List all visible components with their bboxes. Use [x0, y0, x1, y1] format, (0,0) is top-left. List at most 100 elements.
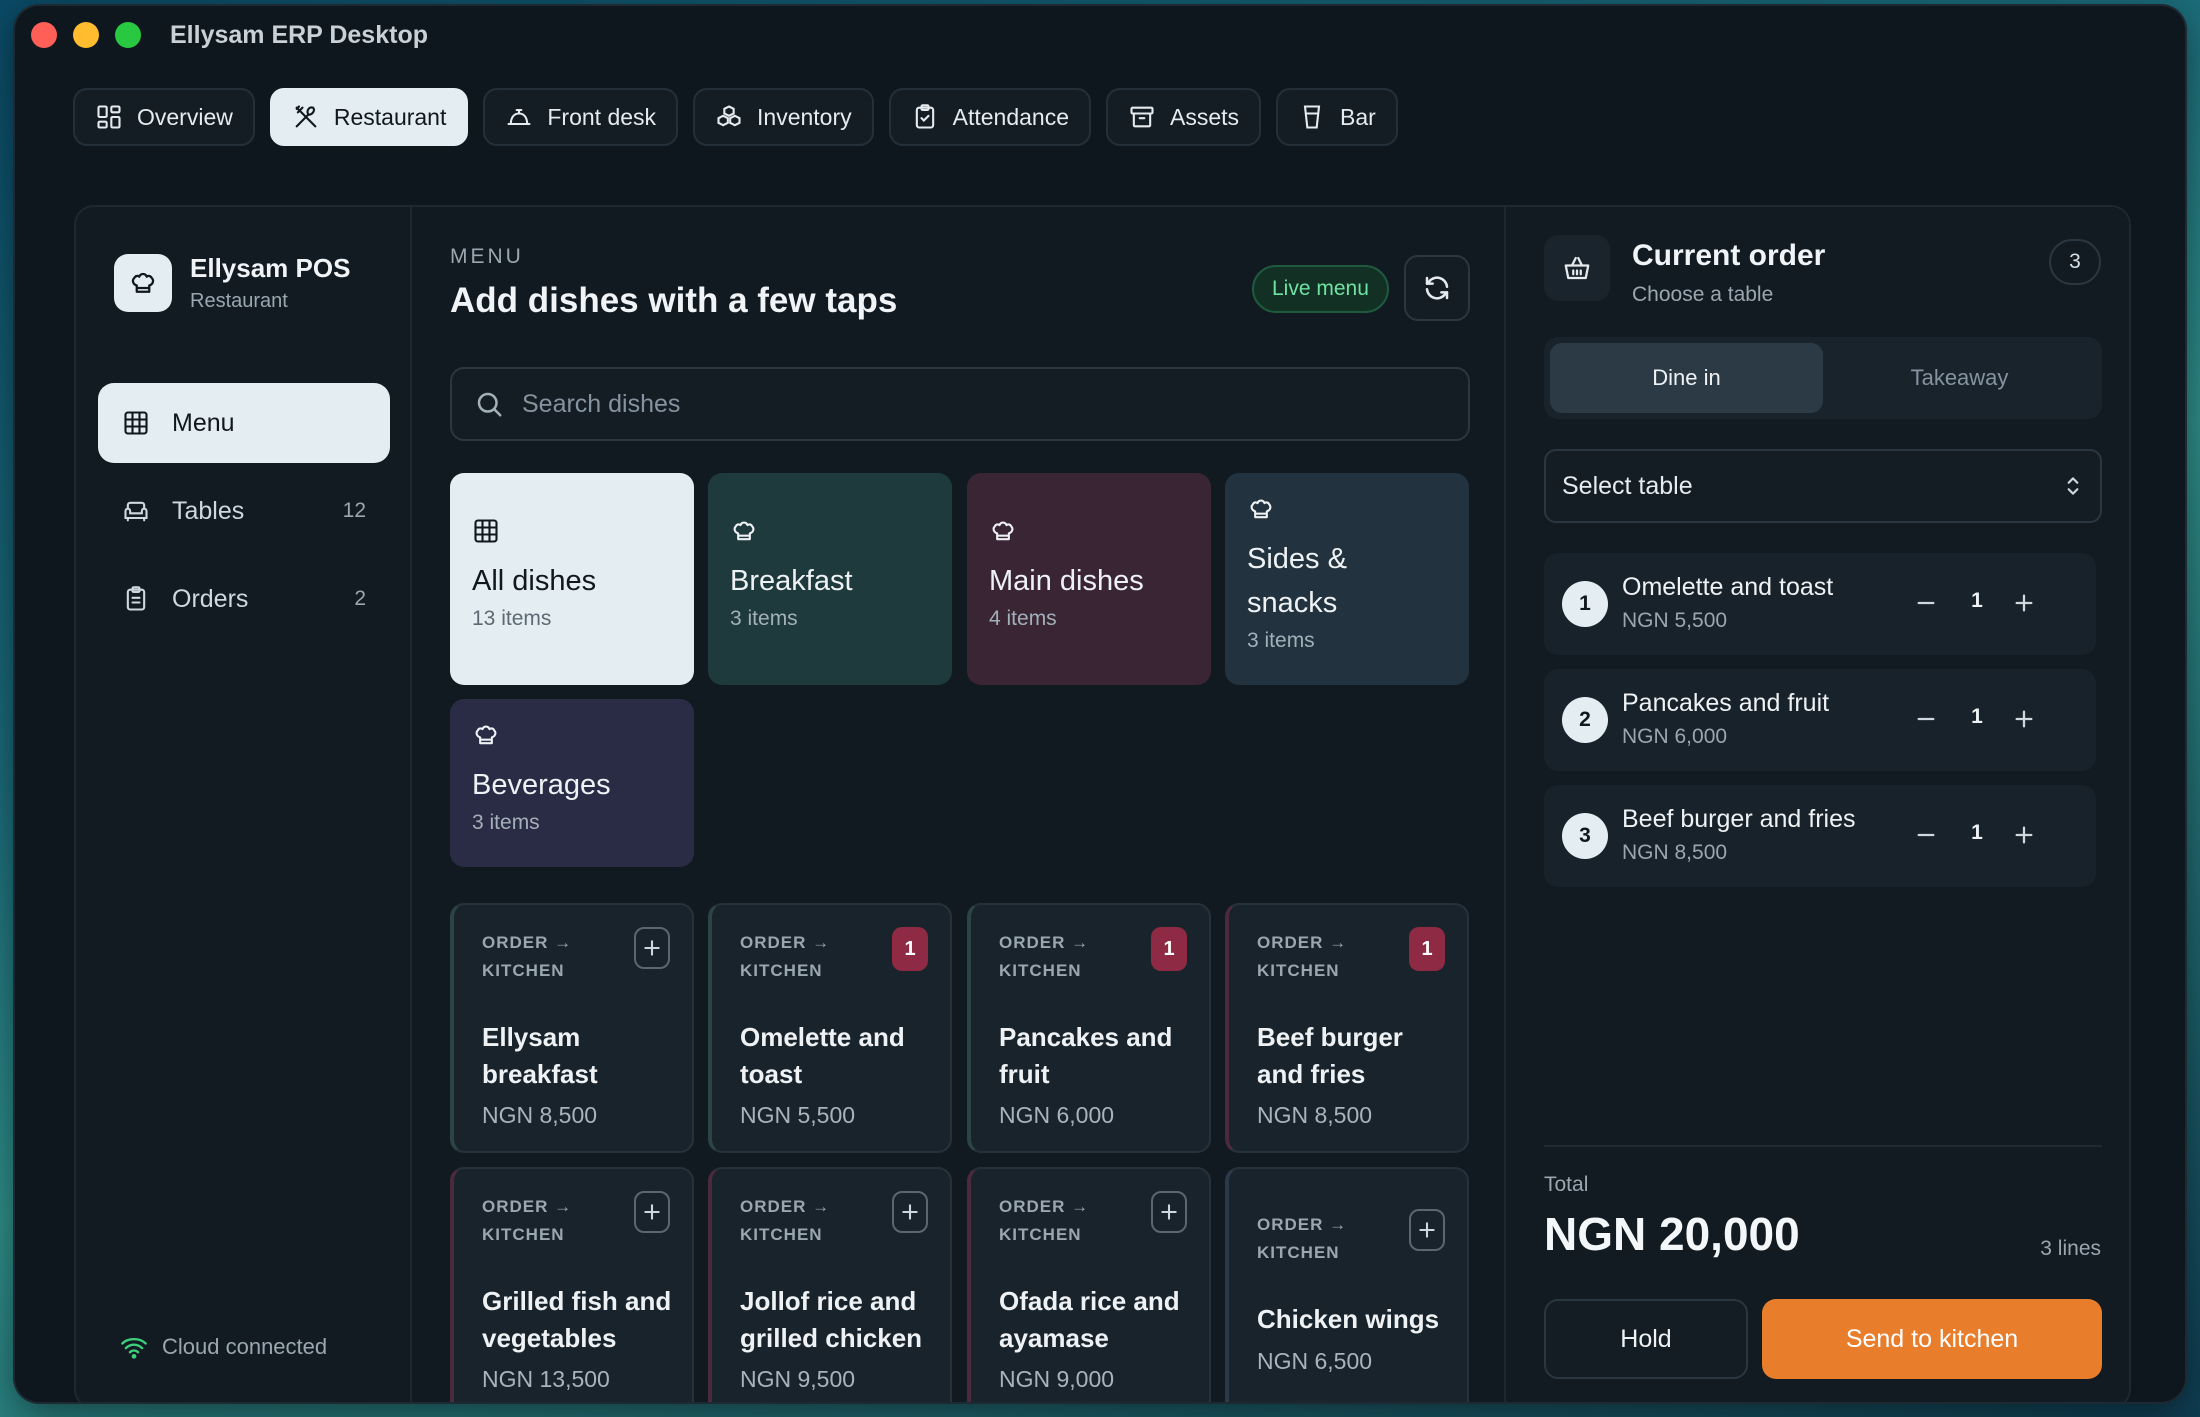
category-breakfast[interactable]: Breakfast 3 items	[708, 473, 952, 685]
plus-icon	[1161, 1204, 1177, 1220]
order-line-price: NGN 6,000	[1622, 725, 1728, 748]
decrease-quantity-button[interactable]	[1906, 815, 1946, 855]
order-line-quantity: 1	[1971, 705, 1983, 728]
order-title: Current order	[1632, 239, 1826, 272]
dish-card[interactable]: ORDER → KITCHEN 1 Pancakes and fruit NGN …	[967, 903, 1211, 1153]
add-dish-button[interactable]	[634, 927, 670, 969]
boxes-icon	[717, 105, 741, 127]
increase-quantity-button[interactable]	[2004, 583, 2044, 623]
plus-icon	[644, 940, 660, 956]
dish-tag: ORDER → KITCHEN	[999, 1197, 1090, 1244]
module-tab-label: Restaurant	[333, 103, 447, 130]
dish-card[interactable]: ORDER → KITCHEN Jollof rice and grilled c…	[708, 1167, 952, 1402]
category-name: Beverages	[472, 769, 611, 801]
category-name: Breakfast	[730, 565, 853, 597]
table-select[interactable]: Select table	[1544, 449, 2102, 523]
utensils-icon	[295, 105, 317, 128]
pos-sidebar: Ellysam POS Restaurant Menu Tables 12 Or…	[76, 207, 412, 1402]
decrease-quantity-button[interactable]	[1906, 583, 1946, 623]
category-sides-snacks[interactable]: Sides & snacks 3 items	[1225, 473, 1469, 685]
close-window-button[interactable]	[31, 22, 57, 48]
decrease-quantity-button[interactable]	[1906, 699, 1946, 739]
module-tab-attendance[interactable]: Attendance	[888, 88, 1092, 146]
category-all-dishes[interactable]: All dishes 13 items	[450, 473, 694, 685]
dish-name: Chicken wings	[1257, 1304, 1440, 1334]
sidebar-item-menu[interactable]: Menu	[98, 383, 390, 463]
dish-quantity-badge[interactable]: 1	[892, 927, 928, 971]
minus-icon	[1917, 833, 1935, 837]
dish-quantity-badge[interactable]: 1	[1151, 927, 1187, 971]
sidebar-item-label: Menu	[172, 408, 235, 437]
divider	[1544, 1145, 2102, 1147]
dish-name: Ellysam breakfast	[482, 1022, 598, 1089]
module-tab-inventory[interactable]: Inventory	[693, 88, 874, 146]
dine-in-tab[interactable]: Dine in	[1550, 343, 1823, 413]
dish-card[interactable]: ORDER → KITCHEN Grilled fish and vegetabl…	[450, 1167, 694, 1402]
dish-tag: ORDER → KITCHEN	[740, 933, 831, 980]
module-tab-overview[interactable]: Overview	[73, 88, 255, 146]
add-dish-button[interactable]	[634, 1191, 670, 1233]
dish-tag: ORDER → KITCHEN	[999, 933, 1090, 980]
refresh-button[interactable]	[1404, 255, 1470, 321]
increase-quantity-button[interactable]	[2004, 815, 2044, 855]
dish-tag: ORDER → KITCHEN	[482, 933, 573, 980]
minimize-window-button[interactable]	[73, 22, 99, 48]
module-tab-assets[interactable]: Assets	[1106, 88, 1262, 146]
minus-icon	[1917, 601, 1935, 605]
connection-status: Cloud connected	[120, 1333, 327, 1361]
dish-card[interactable]: ORDER → KITCHEN Ellysam breakfast NGN 8,5…	[450, 903, 694, 1153]
send-to-kitchen-button[interactable]: Send to kitchen	[1762, 1299, 2102, 1379]
dish-quantity-badge[interactable]: 1	[1409, 927, 1445, 971]
category-main-dishes[interactable]: Main dishes 4 items	[967, 473, 1211, 685]
category-name: Main dishes	[989, 565, 1144, 597]
order-line-price: NGN 5,500	[1622, 609, 1728, 632]
order-line-price: NGN 8,500	[1622, 841, 1728, 864]
dish-card[interactable]: ORDER → KITCHEN Ofada rice and ayamase NG…	[967, 1167, 1211, 1402]
clipboard-check-icon	[915, 104, 934, 129]
page-title: Add dishes with a few taps	[450, 281, 898, 320]
add-dish-button[interactable]	[1409, 1209, 1445, 1251]
add-dish-button[interactable]	[1151, 1191, 1187, 1233]
plus-icon	[2015, 826, 2033, 844]
module-tab-restaurant[interactable]: Restaurant	[269, 88, 469, 146]
module-tab-front-desk[interactable]: Front desk	[483, 88, 679, 146]
module-tab-label: Attendance	[952, 103, 1070, 130]
plus-icon	[2015, 710, 2033, 728]
dish-card[interactable]: ORDER → KITCHEN 1 Omelette and toast NGN …	[708, 903, 952, 1153]
order-mode-toggle: Dine in Takeaway	[1544, 337, 2102, 419]
cup-icon	[1303, 105, 1321, 129]
sidebar-item-tables[interactable]: Tables 12	[98, 471, 390, 551]
takeaway-tab[interactable]: Takeaway	[1823, 343, 2096, 413]
order-line-number: 2	[1562, 697, 1608, 743]
search-icon	[477, 392, 502, 417]
category-count: 4 items	[989, 607, 1057, 630]
dish-price: NGN 6,500	[1257, 1348, 1373, 1374]
dish-tag: ORDER → KITCHEN	[1257, 1215, 1348, 1262]
hold-button[interactable]: Hold	[1544, 1299, 1748, 1379]
module-tab-bar[interactable]: Bar	[1276, 88, 1398, 146]
module-tab-label: Front desk	[547, 103, 657, 130]
search-input[interactable]	[520, 388, 1424, 420]
add-dish-button[interactable]	[892, 1191, 928, 1233]
dish-card[interactable]: ORDER → KITCHEN 1 Beef burger and fries N…	[1225, 903, 1469, 1153]
order-line: 3 Beef burger and fries NGN 8,500 1	[1544, 785, 2096, 887]
section-kicker: MENU	[450, 245, 524, 268]
order-line-number: 3	[1562, 813, 1608, 859]
category-count: 3 items	[1247, 629, 1315, 652]
window-title: Ellysam ERP Desktop	[170, 21, 428, 49]
order-line-name: Beef burger and fries	[1622, 805, 1856, 833]
increase-quantity-button[interactable]	[2004, 699, 2044, 739]
search-box[interactable]	[450, 367, 1470, 441]
connection-status-label: Cloud connected	[162, 1334, 328, 1359]
pos-panel: Ellysam POS Restaurant Menu Tables 12 Or…	[74, 205, 2131, 1402]
dish-tag: ORDER → KITCHEN	[482, 1197, 573, 1244]
zoom-window-button[interactable]	[115, 22, 141, 48]
archive-icon	[1130, 106, 1154, 128]
module-tab-label: Bar	[1340, 103, 1376, 130]
category-beverages[interactable]: Beverages 3 items	[450, 699, 694, 867]
dish-price: NGN 8,500	[1257, 1102, 1373, 1128]
table-grid-icon	[124, 411, 148, 435]
sidebar-item-orders[interactable]: Orders 2	[98, 559, 390, 639]
live-menu-badge: Live menu	[1252, 265, 1389, 313]
dish-card[interactable]: ORDER → KITCHEN Chicken wings NGN 6,500	[1225, 1167, 1469, 1402]
